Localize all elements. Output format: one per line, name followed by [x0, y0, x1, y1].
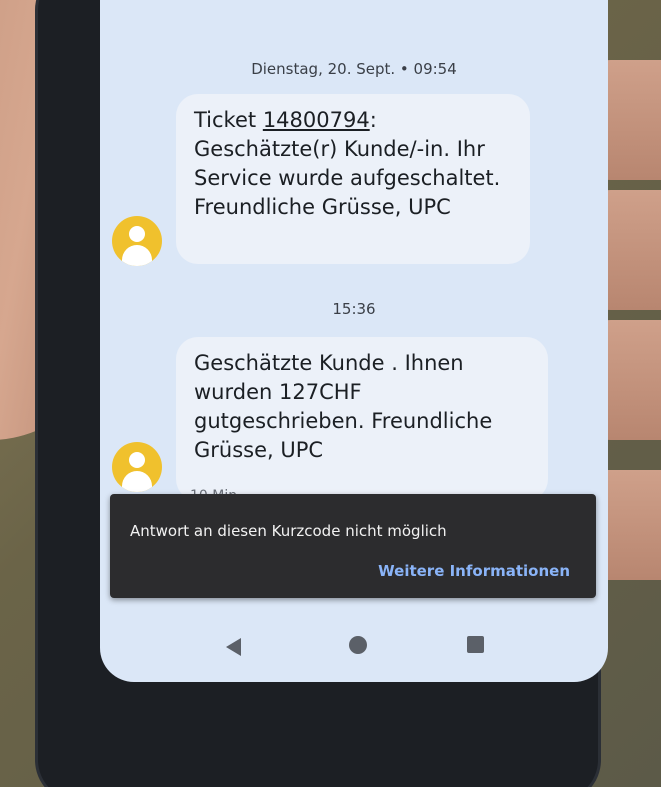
messages-screen: Dienstag, 20. Sept. • 09:54 Ticket 14800…	[100, 0, 608, 682]
message-text: Geschätzte(r) Kunde/-in. Ihr Service wur…	[194, 137, 501, 219]
message-timestamp: Dienstag, 20. Sept. • 09:54	[251, 60, 457, 78]
home-circle-icon[interactable]	[349, 636, 367, 654]
phone-body: Dienstag, 20. Sept. • 09:54 Ticket 14800…	[38, 0, 608, 787]
photo-scene: Dienstag, 20. Sept. • 09:54 Ticket 14800…	[0, 0, 661, 787]
ticket-prefix: Ticket	[194, 108, 263, 132]
message-text: Geschätzte Kunde . Ihnen wurden 127CHF g…	[194, 351, 493, 462]
avatar-body	[122, 245, 152, 266]
message-bubble[interactable]: Ticket 14800794: Geschätzte(r) Kunde/-in…	[176, 94, 530, 264]
back-triangle-icon[interactable]	[226, 638, 241, 656]
snackbar-message: Antwort an diesen Kurzcode nicht möglich	[130, 522, 447, 540]
snackbar: Antwort an diesen Kurzcode nicht möglich…	[110, 494, 596, 598]
person-icon[interactable]	[112, 216, 162, 266]
ticket-number-link[interactable]: 14800794	[263, 108, 370, 132]
ticket-suffix: :	[369, 108, 377, 132]
message-timestamp: 15:36	[332, 300, 376, 318]
avatar-head	[129, 226, 145, 242]
navigation-bar	[100, 616, 608, 676]
person-icon[interactable]	[112, 442, 162, 492]
message-bubble[interactable]: Geschätzte Kunde . Ihnen wurden 127CHF g…	[176, 337, 548, 501]
recents-square-icon[interactable]	[467, 636, 484, 653]
more-info-button[interactable]: Weitere Informationen	[378, 562, 570, 580]
avatar-head	[129, 452, 145, 468]
avatar-body	[122, 471, 152, 492]
